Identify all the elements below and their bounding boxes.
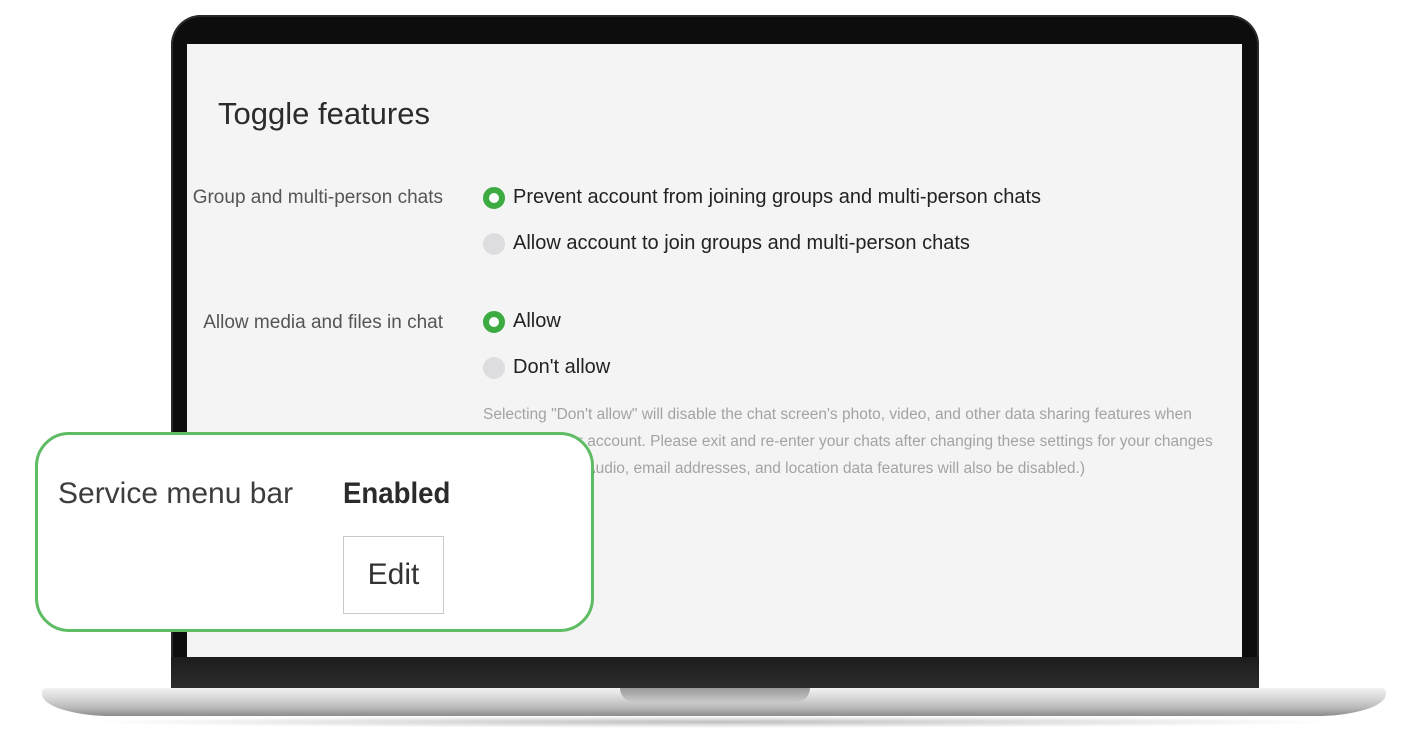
radio-unchecked-icon: [483, 356, 505, 379]
service-menu-label: Service menu bar: [58, 477, 294, 510]
section-title: Toggle features: [218, 96, 430, 131]
media-files-label: Allow media and files in chat: [203, 312, 443, 333]
radio-checked-icon: [483, 310, 505, 333]
radio-dont-allow-media[interactable]: Don't allow: [483, 356, 610, 379]
radio-checked-icon: [483, 186, 505, 209]
laptop-chin: [171, 657, 1259, 689]
service-menu-callout: Service menu bar Enabled Edit: [35, 432, 594, 632]
group-chats-label: Group and multi-person chats: [192, 187, 443, 208]
radio-allow-media[interactable]: Allow: [483, 310, 561, 333]
option-label: Don't allow: [513, 356, 611, 378]
option-label: Allow account to join groups and multi-p…: [513, 232, 970, 254]
radio-allow-groups[interactable]: Allow account to join groups and multi-p…: [483, 232, 970, 255]
radio-prevent-groups[interactable]: Prevent account from joining groups and …: [483, 186, 1041, 209]
radio-unchecked-icon: [483, 232, 505, 255]
media-help-text: Selecting "Don't allow" will disable the…: [483, 406, 1213, 477]
option-label: Allow: [513, 310, 561, 332]
laptop-notch: [620, 688, 810, 702]
option-label: Prevent account from joining groups and …: [513, 186, 1042, 208]
laptop-shadow: [80, 716, 1348, 728]
service-menu-status: Enabled: [343, 477, 451, 510]
edit-button[interactable]: Edit: [343, 536, 444, 614]
